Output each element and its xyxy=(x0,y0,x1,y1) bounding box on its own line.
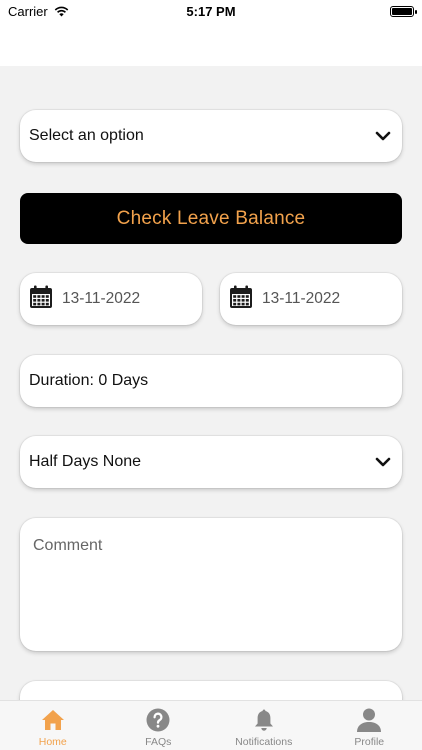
status-time: 5:17 PM xyxy=(186,4,236,19)
calendar-icon xyxy=(228,284,254,315)
tab-profile-label: Profile xyxy=(354,736,385,748)
tab-faqs-label: FAQs xyxy=(145,736,172,748)
to-date-value: 13-11-2022 xyxy=(262,290,341,307)
tab-notifications[interactable]: Notifications xyxy=(211,701,317,750)
comment-input[interactable] xyxy=(33,537,389,632)
duration-text: Duration: 0 Days xyxy=(29,372,149,389)
tab-notifications-label: Notifications xyxy=(235,736,293,748)
tab-home-label: Home xyxy=(38,736,67,748)
person-icon xyxy=(356,707,382,733)
duration-display: Duration: 0 Days xyxy=(20,355,402,407)
header-bar xyxy=(0,24,422,66)
from-date-value: 13-11-2022 xyxy=(62,290,141,307)
to-date-field[interactable]: 13-11-2022 xyxy=(220,273,402,325)
home-icon xyxy=(40,707,66,733)
leave-type-select[interactable]: Select an option xyxy=(20,110,402,162)
tab-home[interactable]: Home xyxy=(0,701,106,750)
from-date-field[interactable]: 13-11-2022 xyxy=(20,273,202,325)
bell-icon xyxy=(251,707,277,733)
question-icon xyxy=(145,707,171,733)
chevron-down-icon xyxy=(374,453,392,471)
tab-profile[interactable]: Profile xyxy=(317,701,422,750)
bottom-tab-bar: Home FAQs Notifications Profile xyxy=(0,700,422,750)
next-form-field[interactable] xyxy=(20,681,402,700)
leave-type-value: Select an option xyxy=(29,127,144,144)
battery-icon xyxy=(390,6,417,17)
status-bar: Carrier 5:17 PM xyxy=(0,0,422,24)
check-leave-balance-button[interactable]: Check Leave Balance xyxy=(20,193,402,244)
tab-faqs[interactable]: FAQs xyxy=(106,701,212,750)
chevron-down-icon xyxy=(374,127,392,145)
calendar-icon xyxy=(28,284,54,315)
half-days-value: Half Days None xyxy=(29,453,142,470)
half-days-select[interactable]: Half Days None xyxy=(20,436,402,488)
comment-box[interactable] xyxy=(20,518,402,651)
leave-form: Select an option Check Leave Balance 13-… xyxy=(0,66,422,700)
